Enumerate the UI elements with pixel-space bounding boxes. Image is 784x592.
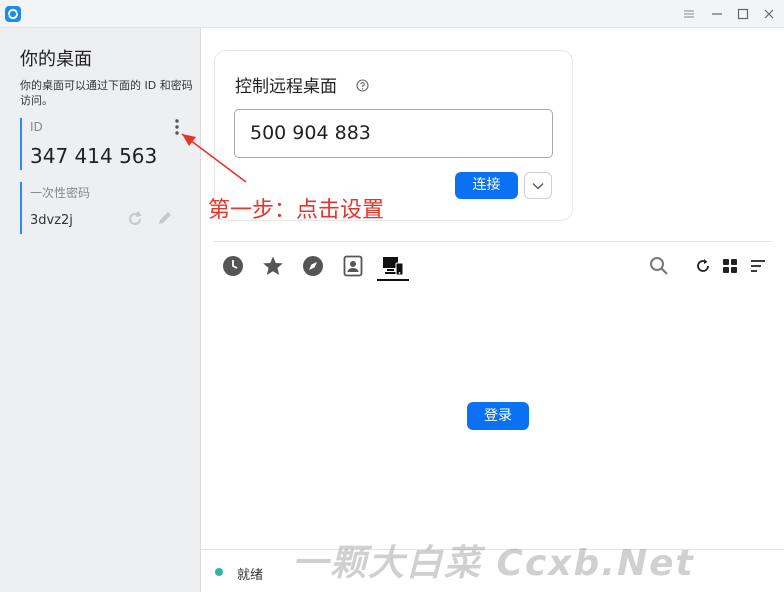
password-value[interactable]: 3dvz2j bbox=[30, 213, 73, 228]
password-label: 一次性密码 bbox=[30, 186, 91, 200]
watermark: 一颗大白菜 Ccxb.Net bbox=[292, 543, 695, 584]
refresh-icon[interactable] bbox=[692, 255, 714, 277]
status-text: 就绪 bbox=[237, 568, 264, 583]
id-value[interactable]: 347 414 563 bbox=[30, 144, 157, 168]
annotation-text: 第一步：点击设置 bbox=[208, 198, 385, 223]
status-dot-icon bbox=[215, 568, 223, 576]
rustdesk-window: 你的桌面 你的桌面可以通过下面的 ID 和密码访问。 ID 347 414 56… bbox=[0, 0, 784, 592]
grid-view-icon[interactable] bbox=[719, 255, 741, 277]
help-icon[interactable] bbox=[356, 79, 369, 92]
maximize-icon[interactable] bbox=[732, 4, 754, 24]
address-book-icon[interactable] bbox=[342, 255, 364, 277]
edit-password-icon[interactable] bbox=[156, 209, 174, 227]
sort-icon[interactable] bbox=[747, 255, 769, 277]
password-block: 一次性密码 3dvz2j bbox=[20, 182, 190, 234]
id-label: ID bbox=[30, 120, 43, 134]
section-divider bbox=[213, 241, 772, 242]
left-panel: 你的桌面 你的桌面可以通过下面的 ID 和密码访问。 ID 347 414 56… bbox=[0, 28, 201, 592]
id-block: ID 347 414 563 bbox=[20, 118, 190, 170]
remote-control-title: 控制远程桌面 bbox=[235, 77, 337, 97]
chevron-down-icon bbox=[532, 182, 544, 189]
active-tab-indicator bbox=[377, 279, 409, 281]
connect-button[interactable]: 连接 bbox=[455, 172, 518, 199]
close-icon[interactable] bbox=[758, 4, 780, 24]
your-desktop-description: 你的桌面可以通过下面的 ID 和密码访问。 bbox=[20, 79, 193, 107]
annotation-arrow bbox=[181, 133, 247, 183]
recent-sessions-icon[interactable] bbox=[222, 255, 244, 277]
app-logo-icon bbox=[5, 6, 21, 22]
minimize-icon[interactable] bbox=[706, 4, 728, 24]
your-desktop-title: 你的桌面 bbox=[20, 49, 92, 70]
accessible-devices-icon[interactable] bbox=[382, 255, 404, 277]
remote-id-input[interactable]: 500 904 883 bbox=[234, 109, 553, 158]
search-icon[interactable] bbox=[648, 255, 670, 277]
refresh-password-icon[interactable] bbox=[126, 210, 144, 228]
login-button[interactable]: 登录 bbox=[467, 402, 529, 430]
title-bar bbox=[0, 0, 784, 28]
discovered-icon[interactable] bbox=[302, 255, 324, 277]
menu-icon[interactable] bbox=[678, 4, 700, 24]
connect-options-button[interactable] bbox=[524, 172, 552, 199]
favorites-icon[interactable] bbox=[262, 255, 284, 277]
